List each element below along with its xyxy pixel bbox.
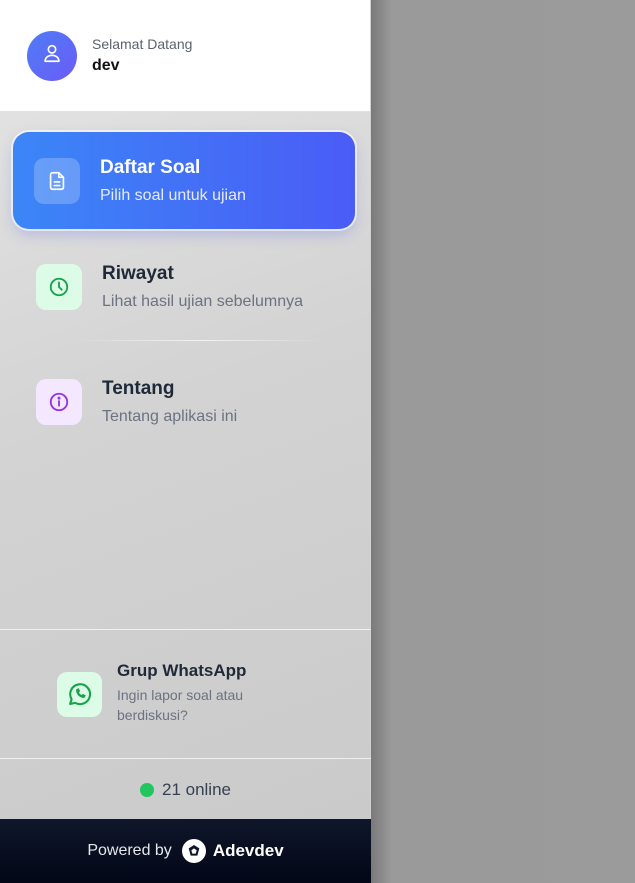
clock-icon <box>36 263 82 310</box>
info-icon <box>36 378 82 425</box>
menu-item-tentang[interactable]: Tentang Tentang aplikasi ini <box>13 353 355 450</box>
menu-item-subtitle: Tentang aplikasi ini <box>102 407 238 425</box>
menu-item-title: Tentang <box>102 377 175 399</box>
menu-item-daftar-soal[interactable]: Daftar Soal Pilih soal untuk ujian <box>13 132 355 229</box>
menu-item-subtitle: Lihat hasil ujian sebelumnya <box>102 292 304 310</box>
drawer-header: Selamat Datang dev <box>0 0 370 112</box>
drawer-menu: Daftar Soal Pilih soal untuk ujian Riway… <box>0 112 370 450</box>
brand-logo-icon <box>181 839 206 863</box>
menu-item-title: Riwayat <box>102 262 174 284</box>
online-status: 21 online <box>0 760 371 819</box>
greeting-text: Selamat Datang <box>92 36 193 52</box>
menu-item-title: Daftar Soal <box>100 156 201 178</box>
online-dot <box>139 782 154 797</box>
whatsapp-title: Grup WhatsApp <box>117 661 247 680</box>
whatsapp-group-link[interactable]: Grup WhatsApp Ingin lapor soal atau berd… <box>0 629 371 759</box>
online-count: 21 online <box>161 779 231 799</box>
whatsapp-subtitle: Ingin lapor soal atau berdiskusi? <box>117 687 244 723</box>
menu-item-subtitle: Pilih soal untuk ujian <box>100 186 246 204</box>
user-icon <box>41 42 63 69</box>
user-avatar <box>27 30 77 81</box>
powered-by-footer: Powered by Adevdev <box>0 819 371 883</box>
brand-name: Adevdev <box>212 841 284 860</box>
menu-divider <box>73 340 325 341</box>
navigation-drawer: Selamat Datang dev Daftar Soal Pilih soa… <box>0 0 371 883</box>
whatsapp-icon <box>57 671 102 717</box>
drawer-backdrop[interactable] <box>371 0 635 883</box>
menu-item-riwayat[interactable]: Riwayat Lihat hasil ujian sebelumnya <box>13 238 355 335</box>
document-icon <box>34 157 80 204</box>
username: dev <box>92 57 120 74</box>
powered-by-text: Powered by <box>87 842 172 859</box>
